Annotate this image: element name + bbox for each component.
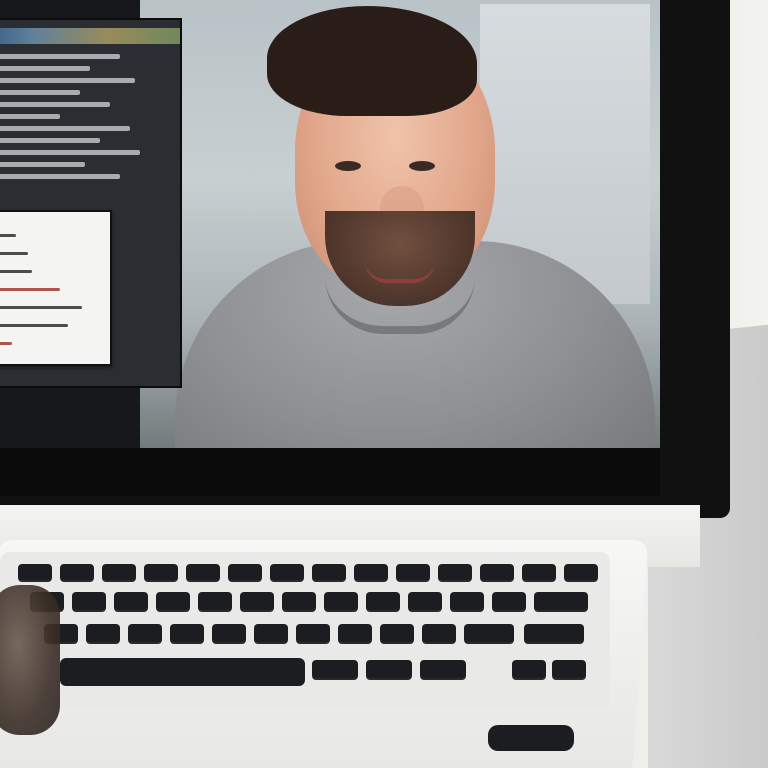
key [366, 660, 412, 680]
code-line [0, 126, 130, 131]
key [60, 564, 94, 582]
key [212, 624, 246, 644]
key [366, 592, 400, 612]
key [396, 564, 430, 582]
key [522, 564, 556, 582]
key [420, 660, 466, 680]
key [270, 564, 304, 582]
note-line [0, 288, 60, 291]
note-line [0, 270, 32, 273]
code-line [0, 162, 85, 167]
note-window [0, 210, 112, 366]
key [72, 592, 106, 612]
note-line [0, 306, 82, 309]
key [312, 660, 358, 680]
key [18, 564, 52, 582]
person [175, 6, 655, 471]
code-editor-window [0, 18, 182, 388]
key [86, 624, 120, 644]
code-line [0, 138, 100, 143]
key [354, 564, 388, 582]
code-line [0, 78, 135, 83]
key [422, 624, 456, 644]
key [450, 592, 484, 612]
hand [0, 585, 60, 735]
note-line [0, 342, 12, 345]
key [480, 564, 514, 582]
key [408, 592, 442, 612]
note-line [0, 234, 16, 237]
key [144, 564, 178, 582]
code-line [0, 90, 80, 95]
note-line [0, 252, 28, 255]
key [282, 592, 316, 612]
key [186, 564, 220, 582]
key [524, 624, 584, 644]
key [338, 624, 372, 644]
keyboard [0, 552, 610, 707]
code-line [0, 114, 60, 119]
key [296, 624, 330, 644]
key [198, 592, 232, 612]
key [464, 624, 514, 644]
mouse [488, 725, 574, 751]
smile [365, 261, 435, 283]
code-line [0, 174, 120, 179]
key [324, 592, 358, 612]
key [240, 592, 274, 612]
key [228, 564, 262, 582]
key [102, 564, 136, 582]
monitor [0, 0, 730, 518]
spacebar [60, 658, 305, 686]
key [156, 592, 190, 612]
key [170, 624, 204, 644]
key [380, 624, 414, 644]
key [128, 624, 162, 644]
arrow-key [512, 660, 546, 680]
code-line [0, 102, 110, 107]
monitor-bottom-bezel [0, 448, 660, 496]
key [438, 564, 472, 582]
monitor-screen [0, 0, 660, 482]
code-line [0, 150, 140, 155]
right-eye [409, 161, 435, 171]
key [254, 624, 288, 644]
photo-scene [0, 0, 768, 768]
key [492, 592, 526, 612]
code-line [0, 66, 90, 71]
key [564, 564, 598, 582]
code-line [0, 54, 120, 59]
arrow-key [552, 660, 586, 680]
note-line [0, 324, 68, 327]
key [114, 592, 148, 612]
hair [267, 6, 477, 116]
key [534, 592, 588, 612]
key [312, 564, 346, 582]
syntax-highlight-bar [0, 28, 180, 44]
left-eye [335, 161, 361, 171]
